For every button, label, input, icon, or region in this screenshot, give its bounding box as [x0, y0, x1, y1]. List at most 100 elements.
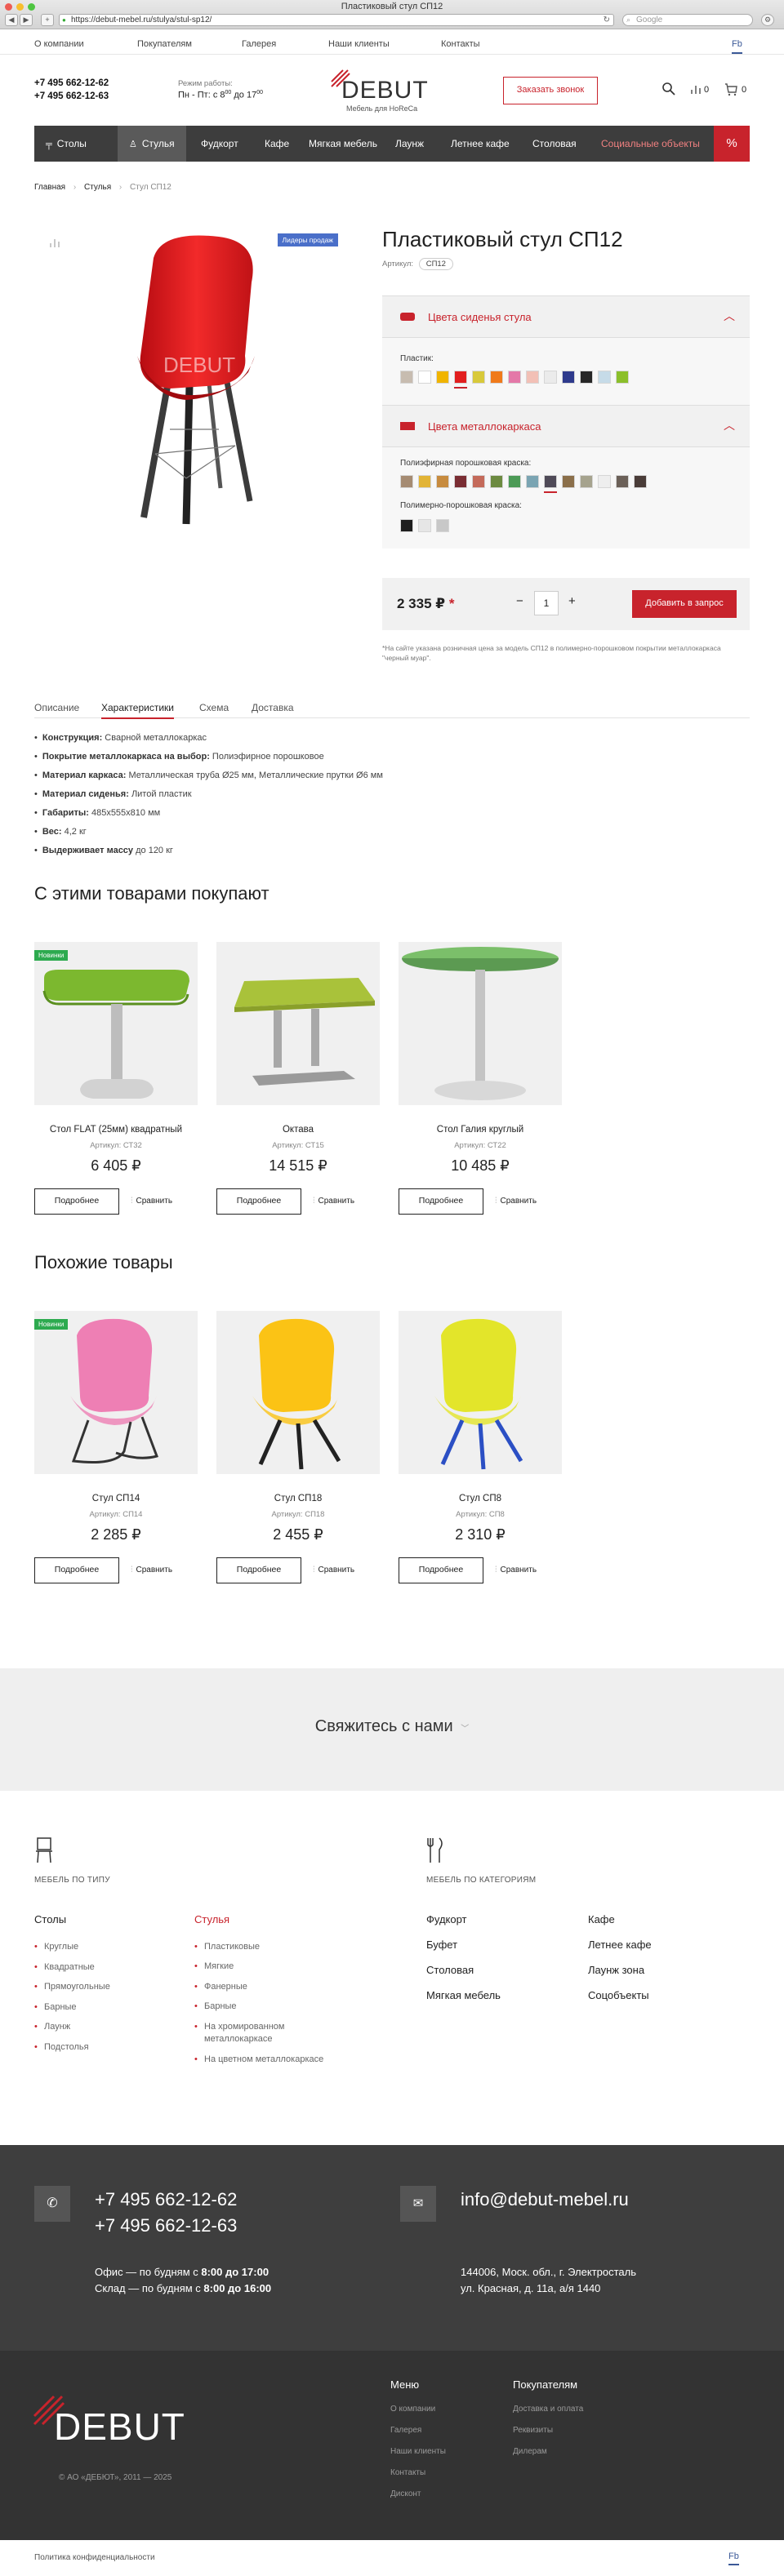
footer-link[interactable]: • Круглые: [34, 1941, 173, 1953]
product-card-image[interactable]: [399, 942, 562, 1105]
callback-button[interactable]: Заказать звонок: [503, 77, 598, 104]
powder-color-swatch[interactable]: [544, 475, 557, 488]
powder-color-swatch[interactable]: [562, 475, 575, 488]
footer-category-link[interactable]: Мягкая мебель: [426, 1989, 501, 2001]
footer-menu-link[interactable]: Галерея: [390, 2426, 421, 2435]
plastic-color-swatch[interactable]: [418, 371, 431, 384]
product-card-name[interactable]: Стул СП14: [34, 1494, 198, 1503]
tab-description[interactable]: Описание: [34, 702, 79, 713]
product-card-image[interactable]: Новинки: [34, 1311, 198, 1474]
tab-scheme[interactable]: Схема: [199, 702, 229, 713]
footer-link[interactable]: • Барные: [34, 2001, 173, 2014]
footer-buyers-link[interactable]: Доставка и оплата: [513, 2405, 583, 2414]
plastic-color-swatch[interactable]: [526, 371, 539, 384]
compare-icon[interactable]: [49, 237, 60, 251]
menu-canteen[interactable]: Столовая: [521, 126, 588, 162]
contact-us-band[interactable]: Свяжитесь с нами ﹀: [0, 1668, 784, 1791]
product-card-name[interactable]: Октава: [216, 1125, 380, 1135]
minimize-window-icon[interactable]: [16, 3, 24, 11]
footer-chairs-title[interactable]: Стулья: [194, 1913, 229, 1925]
footer-phone-1[interactable]: +7 495 662-12-62: [95, 2189, 237, 2210]
cart-icon[interactable]: [724, 82, 738, 99]
powder-color-swatch[interactable]: [526, 475, 539, 488]
menu-summer-cafe[interactable]: Летнее кафе: [439, 126, 521, 162]
footer-email[interactable]: info@debut-mebel.ru: [461, 2189, 629, 2210]
menu-foodcourt[interactable]: Фудкорт: [189, 126, 250, 162]
compare-icon[interactable]: [689, 82, 702, 98]
footer-category-link[interactable]: Лаунж зона: [588, 1964, 644, 1976]
tab-delivery[interactable]: Доставка: [252, 702, 294, 713]
facebook-link[interactable]: Fb: [732, 39, 742, 54]
poly-color-swatch[interactable]: [436, 519, 449, 532]
powder-color-swatch[interactable]: [436, 475, 449, 488]
powder-color-swatch[interactable]: [490, 475, 503, 488]
settings-icon[interactable]: ⚙: [761, 14, 774, 26]
compare-button[interactable]: ⫶ Сравнить: [131, 1197, 172, 1206]
topnav-gallery[interactable]: Галерея: [242, 39, 276, 49]
powder-color-swatch[interactable]: [616, 475, 629, 488]
close-window-icon[interactable]: [5, 3, 12, 11]
details-button[interactable]: Подробнее: [34, 1557, 119, 1583]
menu-tables[interactable]: ╤ Столы: [34, 126, 98, 162]
footer-menu-link[interactable]: Наши клиенты: [390, 2447, 446, 2456]
plastic-color-swatch[interactable]: [436, 371, 449, 384]
powder-color-swatch[interactable]: [580, 475, 593, 488]
product-card-image[interactable]: [216, 942, 380, 1105]
details-button[interactable]: Подробнее: [34, 1188, 119, 1215]
product-card-name[interactable]: Стул СП18: [216, 1494, 380, 1503]
footer-link[interactable]: • Мягкие: [194, 1961, 341, 1973]
footer-menu-link[interactable]: О компании: [390, 2405, 435, 2414]
qty-plus-button[interactable]: +: [568, 594, 576, 608]
footer-category-link[interactable]: Кафе: [588, 1913, 615, 1925]
search-icon[interactable]: [662, 82, 676, 96]
forward-icon[interactable]: ▶: [20, 14, 33, 26]
plastic-color-swatch[interactable]: [598, 371, 611, 384]
compare-button[interactable]: ⫶ Сравнить: [495, 1566, 537, 1574]
compare-button[interactable]: ⫶ Сравнить: [131, 1566, 172, 1574]
footer-link[interactable]: • Барные: [194, 2001, 341, 2013]
plastic-color-swatch[interactable]: [490, 371, 503, 384]
footer-link[interactable]: • Фанерные: [194, 1981, 341, 1993]
details-button[interactable]: Подробнее: [399, 1188, 483, 1215]
product-card-image[interactable]: [399, 1311, 562, 1474]
footer-category-link[interactable]: Буфет: [426, 1939, 457, 1951]
menu-chairs[interactable]: ♙ Стулья: [118, 126, 186, 162]
facebook-link[interactable]: Fb: [728, 2552, 739, 2565]
powder-color-swatch[interactable]: [508, 475, 521, 488]
powder-color-swatch[interactable]: [418, 475, 431, 488]
plastic-color-swatch[interactable]: [454, 371, 467, 384]
product-image[interactable]: Лидеры продаж DEBUT: [34, 229, 341, 539]
plastic-color-swatch[interactable]: [580, 371, 593, 384]
footer-category-link[interactable]: Соцобъекты: [588, 1989, 649, 2001]
powder-color-swatch[interactable]: [400, 475, 413, 488]
tab-characteristics[interactable]: Характеристики: [101, 702, 174, 719]
powder-color-swatch[interactable]: [598, 475, 611, 488]
product-card-image[interactable]: Новинки: [34, 942, 198, 1105]
topnav-about[interactable]: О компании: [34, 39, 84, 49]
footer-menu-link[interactable]: Дисконт: [390, 2489, 421, 2498]
compare-button[interactable]: ⫶ Сравнить: [495, 1197, 537, 1206]
topnav-buyers[interactable]: Покупателям: [137, 39, 192, 49]
footer-category-link[interactable]: Столовая: [426, 1964, 474, 1976]
product-card-name[interactable]: Стул СП8: [399, 1494, 562, 1503]
footer-logo[interactable]: DEBUT: [33, 2393, 212, 2450]
plastic-color-swatch[interactable]: [616, 371, 629, 384]
header-phone-2[interactable]: +7 495 662-12-63: [34, 91, 109, 101]
product-card-name[interactable]: Стол FLAT (25мм) квадратный: [34, 1125, 198, 1135]
details-button[interactable]: Подробнее: [399, 1557, 483, 1583]
menu-soft-furniture[interactable]: Мягкая мебель: [297, 126, 389, 162]
footer-buyers-link[interactable]: Дилерам: [513, 2447, 547, 2456]
plastic-color-swatch[interactable]: [472, 371, 485, 384]
details-button[interactable]: Подробнее: [216, 1188, 301, 1215]
footer-link[interactable]: • Прямоугольные: [34, 1981, 173, 1993]
breadcrumb-chairs[interactable]: Стулья: [84, 183, 111, 192]
zoom-window-icon[interactable]: [28, 3, 35, 11]
footer-category-link[interactable]: Летнее кафе: [588, 1939, 652, 1951]
plastic-color-swatch[interactable]: [400, 371, 413, 384]
menu-social[interactable]: Социальные объекты: [590, 126, 711, 162]
address-bar[interactable]: ● https://debut-mebel.ru/stulya/stul-sp1…: [59, 14, 614, 26]
powder-color-swatch[interactable]: [472, 475, 485, 488]
site-logo[interactable]: DEBUT Мебель для HoReCa: [328, 65, 451, 114]
plus-tab-icon[interactable]: +: [41, 14, 54, 26]
menu-lounge[interactable]: Лаунж: [384, 126, 435, 162]
